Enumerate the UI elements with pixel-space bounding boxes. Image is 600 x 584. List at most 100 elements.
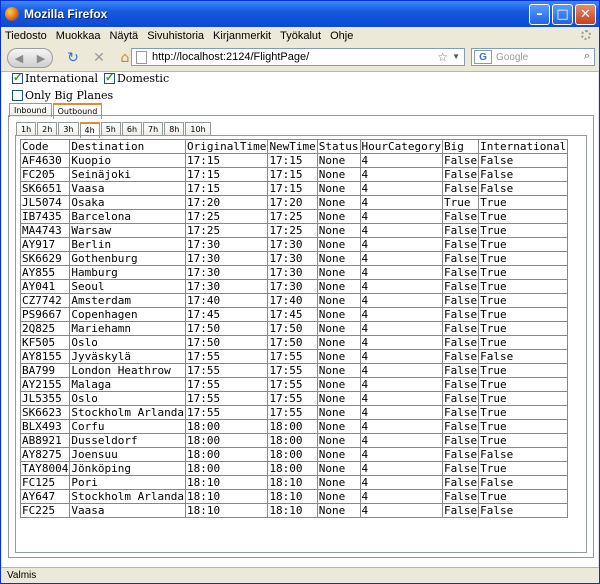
table-cell: None [316, 503, 361, 518]
table-cell: 18:10 [184, 475, 269, 490]
table-cell: 18:00 [267, 447, 318, 462]
table-row: KF505 Oslo 17:50 17:50 None 4 False True [19, 335, 569, 350]
table-cell: Joensuu [69, 447, 186, 462]
table-cell: 2Q825 [19, 321, 71, 336]
table-cell: 4 [359, 377, 444, 392]
maximize-button[interactable]: □ [552, 4, 573, 25]
table-cell: None [316, 251, 361, 266]
table-cell: False [478, 349, 569, 364]
table-cell: None [316, 419, 361, 434]
table-row: JL5074 Osaka 17:20 17:20 None 4 True True [19, 195, 569, 210]
menu-item-2[interactable]: Näytä [109, 30, 138, 42]
table-cell: 18:00 [184, 447, 269, 462]
table-cell: BA799 [19, 363, 71, 378]
table-cell: 17:40 [184, 293, 269, 308]
table-cell: True [478, 405, 569, 420]
table-cell: SK6623 [19, 405, 71, 420]
table-cell: 4 [359, 209, 444, 224]
minimize-button[interactable]: – [529, 4, 550, 25]
table-cell: False [442, 419, 480, 434]
table-cell: 17:30 [184, 237, 269, 252]
search-placeholder[interactable]: Google [496, 52, 528, 63]
table-cell: True [478, 223, 569, 238]
table-cell: True [478, 209, 569, 224]
table-cell: JL5074 [19, 195, 71, 210]
bookmark-star-icon[interactable]: ☆ [437, 50, 448, 64]
tab-1h[interactable]: 1h [16, 122, 37, 136]
table-cell: 17:40 [267, 293, 318, 308]
table-cell: None [316, 391, 361, 406]
forward-arrow-icon[interactable]: ▶ [37, 52, 45, 65]
firefox-logo-icon [5, 7, 19, 21]
table-cell: False [442, 377, 480, 392]
table-cell: 17:45 [184, 307, 269, 322]
table-cell: False [442, 181, 480, 196]
reload-icon[interactable]: ↻ [63, 50, 83, 66]
table-cell: 17:30 [184, 279, 269, 294]
table-cell: AY041 [19, 279, 71, 294]
table-cell: False [442, 433, 480, 448]
tab-3h[interactable]: 3h [58, 122, 79, 136]
tab-8h[interactable]: 8h [164, 122, 185, 136]
tab-10h[interactable]: 10h [185, 122, 211, 136]
stop-icon[interactable]: ✕ [89, 50, 109, 66]
table-row: BLX493 Corfu 18:00 18:00 None 4 False True [19, 419, 569, 434]
table-cell: 4 [359, 223, 444, 238]
international-checkbox[interactable] [12, 72, 23, 84]
big-planes-checkbox[interactable] [12, 90, 23, 101]
menu-item-0[interactable]: Tiedosto [5, 30, 47, 42]
table-cell: 17:55 [267, 391, 318, 406]
table-row: TAY8004 Jönköping 18:00 18:00 None 4 False True [19, 461, 569, 476]
search-icon[interactable]: ⌕ [584, 50, 590, 63]
back-forward-buttons[interactable]: ◀ ▶ [7, 48, 53, 68]
table-cell: 17:15 [184, 181, 269, 196]
table-cell: False [442, 265, 480, 280]
table-header-row: Code Destination OriginalTime NewTime Status… [19, 139, 569, 154]
table-cell: None [316, 181, 361, 196]
table-cell: True [478, 237, 569, 252]
table-cell: 17:15 [267, 181, 318, 196]
tab-7h[interactable]: 7h [143, 122, 164, 136]
table-cell: 4 [359, 195, 444, 210]
table-cell: 4 [359, 475, 444, 490]
table-row: AB8921 Dusseldorf 18:00 18:00 None 4 False True [19, 433, 569, 448]
url-text[interactable]: http://localhost:2124/FlightPage/ [152, 51, 309, 63]
back-arrow-icon[interactable]: ◀ [15, 52, 23, 65]
tab-6h[interactable]: 6h [121, 122, 143, 136]
menu-item-4[interactable]: Kirjanmerkit [213, 30, 271, 42]
tab-2h[interactable]: 2h [37, 122, 58, 136]
table-cell: 17:55 [267, 377, 318, 392]
table-row: SK6623 Stockholm Arlanda 17:55 17:55 None 4 Fa… [19, 405, 569, 420]
menu-item-6[interactable]: Ohje [330, 30, 353, 42]
table-cell: 18:10 [184, 489, 269, 504]
domestic-checkbox[interactable] [103, 72, 115, 84]
menu-item-3[interactable]: Sivuhistoria [147, 30, 204, 42]
table-cell: 4 [359, 321, 444, 336]
search-bar[interactable]: G Google ⌕ [471, 48, 595, 66]
close-button[interactable]: ✕ [575, 4, 596, 25]
column-header: Destination [69, 139, 186, 154]
table-cell: False [442, 489, 480, 504]
tab-5h[interactable]: 5h [100, 122, 121, 136]
table-cell: 4 [359, 391, 444, 406]
table-cell: False [442, 167, 480, 182]
table-row: FC205 Seinäjoki 17:15 17:15 None 4 False False [19, 167, 569, 182]
table-cell: False [442, 251, 480, 266]
menu-item-5[interactable]: Työkalut [280, 30, 321, 42]
table-cell: FC125 [19, 475, 71, 490]
table-cell: Copenhagen [69, 307, 186, 322]
table-cell: 18:00 [184, 433, 269, 448]
google-engine-icon[interactable]: G [474, 50, 492, 64]
table-cell: Vaasa [69, 181, 186, 196]
address-bar[interactable]: http://localhost:2124/FlightPage/ ☆ ▼ [131, 48, 465, 66]
table-cell: False [478, 167, 569, 182]
table-cell: False [442, 363, 480, 378]
table-row: JL5355 Oslo 17:55 17:55 None 4 False True [19, 391, 569, 406]
table-row: FC225 Vaasa 18:10 18:10 None 4 False False [19, 503, 569, 518]
url-dropdown-icon[interactable]: ▼ [452, 52, 460, 61]
table-cell: False [442, 237, 480, 252]
page-content: International Domestic Only Big Planes I… [2, 72, 598, 567]
menu-item-1[interactable]: Muokkaa [56, 30, 101, 42]
table-cell: False [442, 447, 480, 462]
table-cell: True [478, 363, 569, 378]
